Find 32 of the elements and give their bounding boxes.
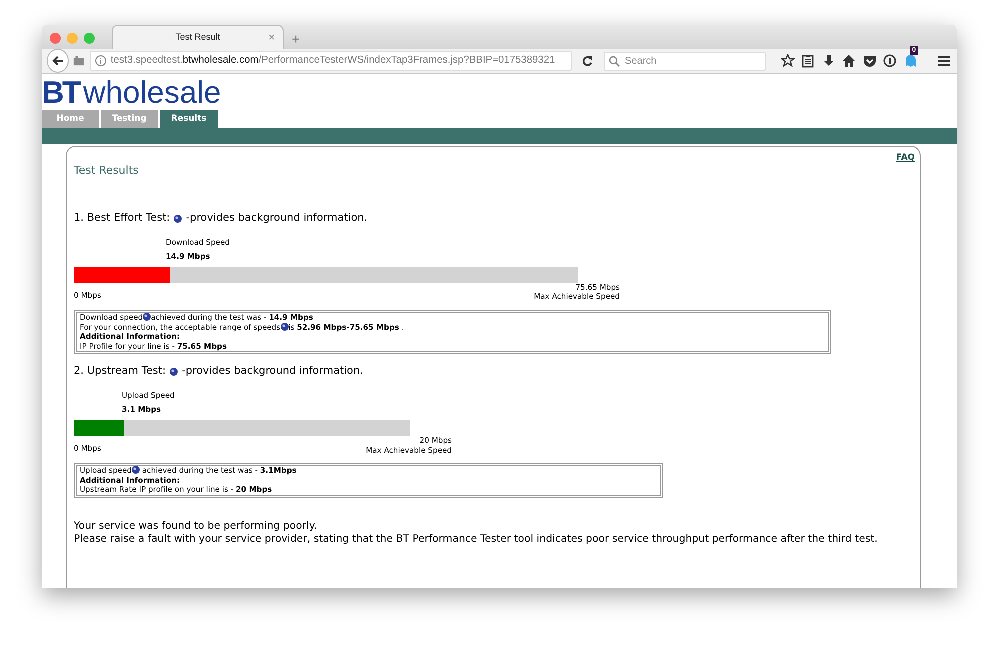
faq-link[interactable]: FAQ xyxy=(896,152,915,165)
screenshot-icon[interactable] xyxy=(73,55,86,67)
help-icon xyxy=(170,368,178,376)
logo[interactable]: BTwholesale xyxy=(42,74,222,103)
search-field[interactable]: Search xyxy=(604,52,766,70)
back-button[interactable] xyxy=(47,49,70,73)
new-tab-button[interactable]: + xyxy=(292,32,300,46)
home-icon[interactable] xyxy=(840,52,858,70)
help-icon xyxy=(174,214,182,223)
message-text: Please raise a fault with your service provider, stating that the BT Performance Tester tool indicates poor service throughput performance after the third test. xyxy=(74,533,879,546)
star-icon[interactable] xyxy=(780,52,796,70)
clipboard-icon[interactable] xyxy=(800,52,816,70)
back-icon xyxy=(52,55,64,67)
reload-icon xyxy=(582,56,594,66)
browser-tab[interactable]: Test Result × xyxy=(112,25,284,49)
info-circle-icon[interactable] xyxy=(882,52,898,70)
url-field[interactable]: test3.speedtest.btwholesale.com/PerformanceTesterWS/indexTap3Frames.jsp?BBIP=0175389321 xyxy=(90,51,572,71)
tab-close-button[interactable]: × xyxy=(268,30,275,46)
page-heading: Test Results xyxy=(74,163,139,179)
help-icon xyxy=(143,313,152,322)
test-note: -provides background information. xyxy=(186,211,368,226)
search-icon xyxy=(609,56,620,66)
test-title: 2. Upstream Test: xyxy=(74,364,166,380)
help-icon xyxy=(280,322,289,331)
url-text: test3.speedtest.btwholesale.com/PerformanceTesterWS/indexTap3Frames.jsp?BBIP=0175389321 xyxy=(110,54,556,68)
message-text: Your service was found to be performing poorly. xyxy=(74,520,318,534)
tab-title: Test Result xyxy=(176,30,220,44)
test-note: -provides background information. xyxy=(182,364,364,380)
info-icon[interactable] xyxy=(94,55,107,67)
test-title: 1. Best Effort Test: xyxy=(74,211,170,226)
nav-tab[interactable]: Results xyxy=(160,110,218,128)
help-icon xyxy=(132,466,140,474)
